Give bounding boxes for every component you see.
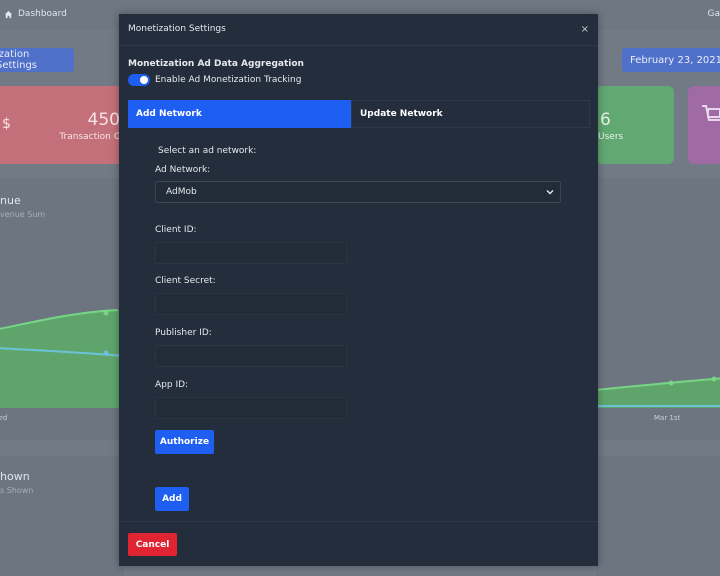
- ad-tracking-toggle[interactable]: [128, 74, 150, 86]
- publisher-id-field[interactable]: [155, 345, 347, 367]
- modal-header: Monetization Settings ×: [119, 14, 598, 46]
- revenue-chart-title: nue: [0, 194, 21, 207]
- users-card: 6 Users: [596, 86, 674, 164]
- transaction-label: Transaction C: [59, 132, 120, 142]
- ads-shown-subtitle: s Shown: [0, 486, 34, 495]
- chart-point: [103, 310, 109, 316]
- client-secret-label: Client Secret:: [155, 276, 216, 286]
- authorize-button[interactable]: Authorize: [155, 430, 214, 454]
- ad-tracking-toggle-label: Enable Ad Monetization Tracking: [155, 75, 302, 85]
- network-tabs: Add Network Update Network: [128, 100, 590, 128]
- add-button[interactable]: Add: [155, 487, 189, 511]
- close-icon[interactable]: ×: [581, 24, 589, 35]
- revenue-chart-panel-right: Mar 1st: [596, 178, 720, 440]
- chart-x-label: Mar 1st: [654, 414, 681, 422]
- chart-point: [103, 350, 109, 356]
- modal-title: Monetization Settings: [128, 24, 226, 34]
- publisher-id-label: Publisher ID:: [155, 328, 212, 338]
- chart-point: [668, 380, 674, 386]
- select-prompt: Select an ad network:: [158, 146, 257, 156]
- cancel-button[interactable]: Cancel: [128, 533, 177, 556]
- revenue-chart-panel: nue venue Sum rd: [0, 178, 124, 440]
- revenue-chart-subtitle: venue Sum: [0, 210, 46, 219]
- client-secret-field[interactable]: [155, 293, 347, 315]
- app-id-field[interactable]: [155, 397, 347, 419]
- currency-icon: $: [2, 116, 11, 132]
- tab-update-network[interactable]: Update Network: [351, 100, 590, 128]
- breadcrumb-label: Dashboard: [18, 9, 67, 19]
- client-id-label: Client ID:: [155, 225, 197, 235]
- ads-shown-title: hown: [0, 470, 30, 483]
- toggle-knob: [140, 76, 148, 84]
- date-range-button[interactable]: February 23, 2021 - M: [622, 48, 720, 72]
- ad-network-value: AdMob: [166, 187, 197, 197]
- ads-shown-panel: hown s Shown: [0, 456, 124, 576]
- monetization-settings-modal: Monetization Settings × Monetization Ad …: [119, 14, 598, 566]
- chevron-down-icon: [546, 190, 554, 195]
- cart-icon: [702, 105, 720, 121]
- revenue-chart-area: [0, 309, 124, 408]
- users-count: 6: [600, 110, 611, 130]
- settings-button[interactable]: ization Settings: [0, 48, 74, 72]
- home-icon: [4, 10, 13, 18]
- transaction-card: $ 450 Transaction C: [0, 86, 124, 164]
- client-id-field[interactable]: [155, 242, 347, 264]
- tab-add-network[interactable]: Add Network: [128, 100, 351, 128]
- ad-network-select[interactable]: AdMob: [155, 181, 561, 203]
- cart-card: [688, 86, 720, 164]
- chart-x-label: rd: [0, 414, 8, 422]
- modal-footer: Cancel: [119, 521, 598, 566]
- section-title: Monetization Ad Data Aggregation: [128, 59, 304, 69]
- breadcrumb[interactable]: Dashboard: [4, 9, 67, 19]
- top-right-text: Ga: [707, 9, 720, 19]
- app-id-label: App ID:: [155, 380, 189, 390]
- chart-point: [711, 376, 717, 382]
- transaction-count: 450: [87, 110, 120, 130]
- ad-network-label: Ad Network:: [155, 165, 211, 175]
- revenue-chart-area-right: [596, 376, 720, 408]
- ads-shown-panel-right: [596, 456, 720, 576]
- users-label: Users: [598, 132, 624, 142]
